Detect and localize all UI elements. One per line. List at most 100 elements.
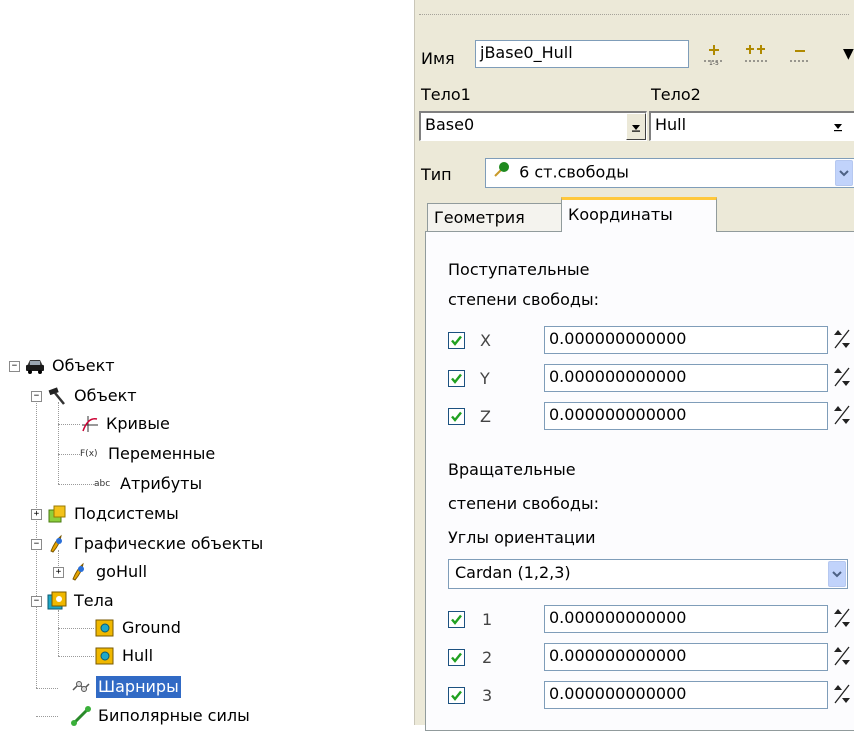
angles-select-value: Cardan (1,2,3) [455, 563, 571, 582]
tree-item-label: Кривые [106, 414, 170, 433]
angle3-value-input[interactable]: 0.000000000000 [544, 681, 828, 709]
name-label: Имя [421, 49, 455, 68]
angle2-checkbox[interactable] [448, 649, 465, 666]
z-label: Z [480, 407, 491, 426]
collapse-toggle[interactable]: − [31, 539, 42, 550]
type-select[interactable]: 6 ст.свободы [485, 158, 854, 188]
tree-item-label: Переменные [108, 444, 216, 463]
tree-item-label: Подсистемы [74, 504, 179, 523]
y-checkbox[interactable] [448, 370, 465, 387]
expand-toggle[interactable]: + [53, 567, 64, 578]
text-attribute-icon: abc [94, 479, 111, 489]
tree-connector [58, 402, 59, 484]
tree-item-bipolar-forces[interactable]: Биполярные силы [70, 704, 252, 728]
tree-item-variables[interactable]: F(x) Переменные [80, 442, 217, 466]
z-checkbox[interactable] [448, 408, 465, 425]
z-spin-icon[interactable] [830, 402, 854, 428]
car-icon [24, 355, 46, 377]
tab-geometry[interactable]: Геометрия [427, 203, 563, 231]
subsystems-icon [46, 503, 68, 525]
tree-item-label: Тела [74, 591, 114, 610]
angles-select[interactable]: Cardan (1,2,3) [448, 559, 848, 589]
tree-item-subsystems[interactable]: Подсистемы [46, 502, 181, 526]
graphic-object-icon [68, 561, 90, 583]
tree-connector [36, 716, 58, 717]
expand-toggle[interactable]: + [31, 509, 42, 520]
remove-joint-icon[interactable] [785, 42, 815, 68]
svg-text:1-5: 1-5 [709, 60, 719, 67]
body1-select[interactable]: Base0 [419, 111, 647, 141]
coordinates-tab-page: Поступательные степени свободы: X 0.0000… [425, 231, 854, 731]
graphic-object-icon [46, 533, 68, 555]
angle1-value-input[interactable]: 0.000000000000 [544, 605, 828, 633]
tree-connector [58, 454, 80, 455]
object-tree: − Объект − Объект Кривые F(x) Переменные… [0, 0, 410, 728]
dropdown-arrow-icon[interactable] [828, 561, 846, 587]
angle3-spin-icon[interactable] [830, 681, 854, 707]
tree-connector [58, 628, 94, 629]
collapse-toggle[interactable]: − [9, 361, 20, 372]
tree-item-label: Hull [122, 646, 154, 665]
angle1-checkbox[interactable] [448, 611, 465, 628]
body-icon [94, 645, 116, 667]
x-label: X [480, 331, 491, 350]
x-spin-icon[interactable] [830, 326, 854, 352]
body2-label: Тело2 [651, 85, 701, 104]
body-icon [94, 617, 116, 639]
tree-item-curves[interactable]: Кривые [80, 412, 172, 436]
tree-item-gohull[interactable]: goHull [68, 560, 149, 584]
joint-icon [70, 676, 92, 698]
tree-item-label: Биполярные силы [98, 706, 250, 725]
joint-type-icon [492, 159, 514, 187]
dropdown-arrow-icon[interactable] [835, 160, 853, 186]
tab-coordinates[interactable]: Координаты [561, 197, 717, 232]
x-checkbox[interactable] [448, 332, 465, 349]
tree-item-joints[interactable]: Шарниры [70, 675, 181, 699]
add-multiple-icon[interactable] [741, 42, 771, 68]
body2-select-value: Hull [655, 115, 687, 134]
curves-icon [80, 413, 100, 435]
tree-item-object[interactable]: Объект [46, 384, 139, 408]
body1-select-value: Base0 [425, 115, 475, 134]
tree-item-bodies[interactable]: Тела [46, 589, 116, 613]
tree-item-root[interactable]: Объект [24, 354, 117, 378]
tree-item-attributes[interactable]: abc Атрибуты [94, 472, 204, 496]
tree-connector [36, 688, 58, 689]
angle1-label: 1 [482, 610, 493, 629]
z-value-input[interactable]: 0.000000000000 [544, 402, 828, 430]
tree-item-graphic-objects[interactable]: Графические объекты [46, 532, 265, 556]
tree-item-label: Ground [122, 618, 181, 637]
tree-connector [58, 424, 80, 425]
dropdown-arrow-icon[interactable] [626, 113, 646, 140]
x-value-input[interactable]: 0.000000000000 [544, 326, 828, 354]
y-spin-icon[interactable] [830, 364, 854, 390]
tree-item-ground[interactable]: Ground [94, 616, 183, 640]
y-label: Y [480, 369, 490, 388]
angles-label: Углы ориентации [448, 528, 596, 547]
angle3-checkbox[interactable] [448, 687, 465, 704]
angle2-spin-icon[interactable] [830, 643, 854, 669]
name-input[interactable]: jBase0_Hull [475, 40, 689, 68]
angle1-spin-icon[interactable] [830, 605, 854, 631]
function-icon: F(x) [80, 449, 98, 459]
tree-item-hull[interactable]: Hull [94, 644, 155, 668]
tree-item-label: Объект [74, 386, 137, 405]
rotational-title: Вращательные [448, 460, 576, 479]
tree-item-label: Атрибуты [120, 474, 203, 493]
y-value-input[interactable]: 0.000000000000 [544, 364, 828, 392]
angle2-value-input[interactable]: 0.000000000000 [544, 643, 828, 671]
more-arrow-icon[interactable]: ▼ [843, 46, 854, 62]
add-joint-icon[interactable]: 1-5 [699, 42, 729, 68]
type-label: Тип [421, 165, 452, 184]
dropdown-arrow-icon[interactable] [833, 118, 843, 137]
grip-line [419, 14, 849, 15]
joint-properties-panel: Имя jBase0_Hull 1-5 ▼ Тело1 Тело2 Base0 … [414, 0, 854, 731]
tree-item-label: Объект [52, 356, 115, 375]
collapse-toggle[interactable]: − [31, 596, 42, 607]
rotational-subtitle: степени свободы: [448, 494, 599, 513]
bodies-icon [46, 590, 68, 612]
angle2-label: 2 [482, 648, 493, 667]
translational-title: Поступательные [448, 260, 590, 279]
collapse-toggle[interactable]: − [31, 391, 42, 402]
body2-select[interactable]: Hull [649, 111, 854, 141]
